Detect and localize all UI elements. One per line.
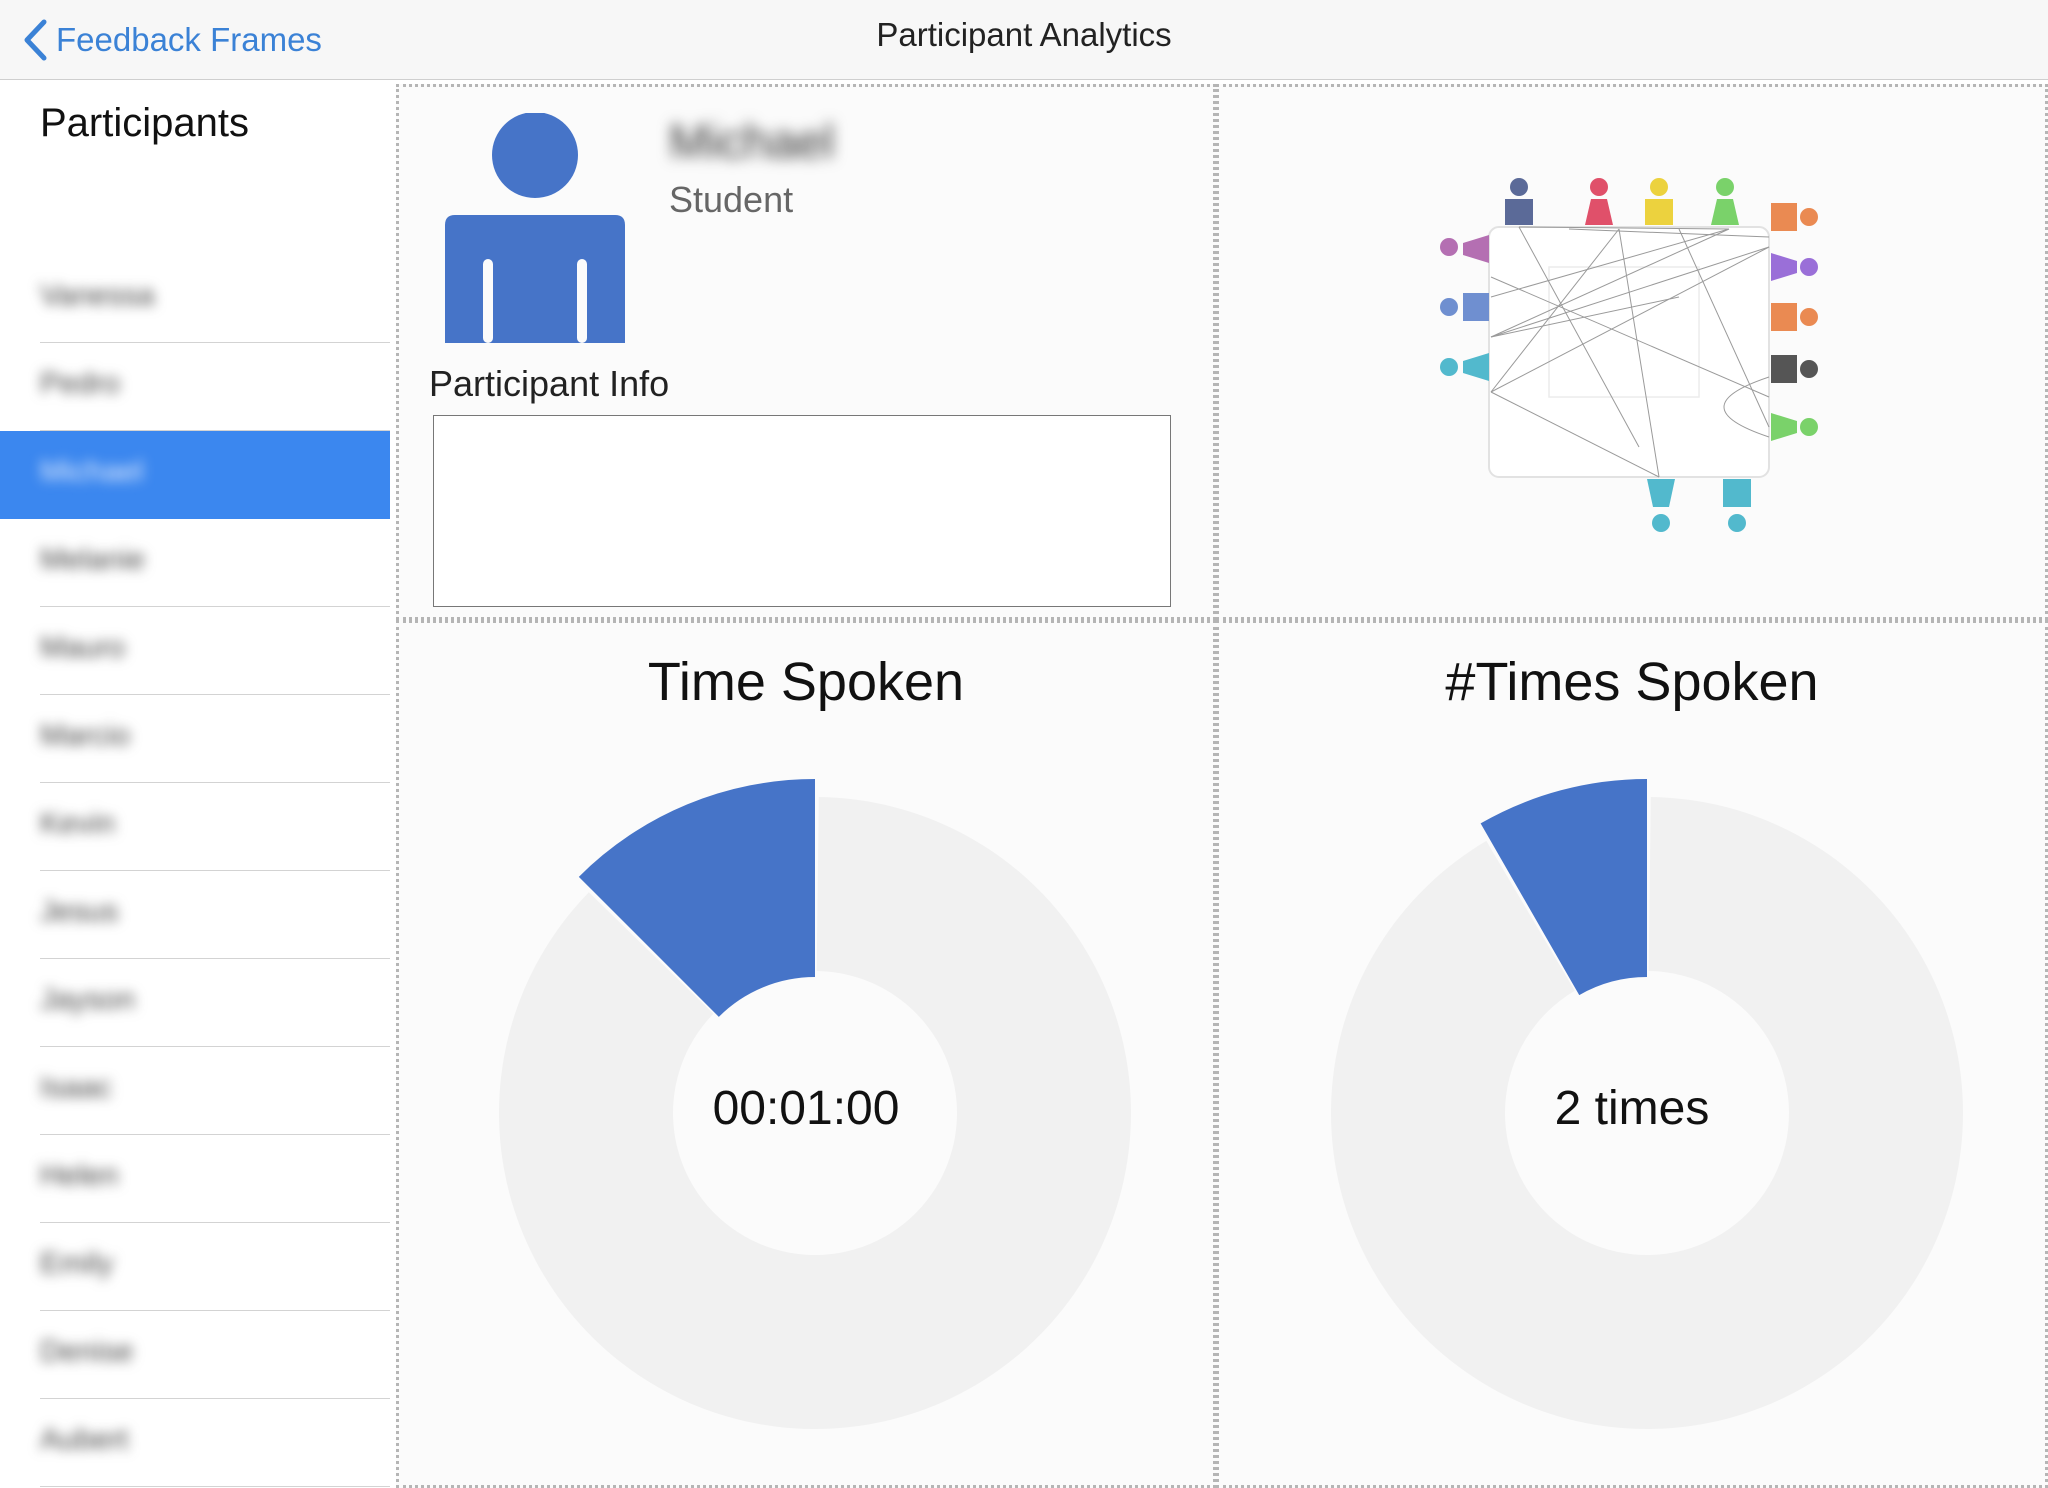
participant-list-item-label: Pedro: [40, 367, 121, 400]
participant-list-item[interactable]: Vanessa: [0, 255, 390, 343]
participant-list-item[interactable]: Mauro: [0, 607, 390, 695]
participant-list-item[interactable]: Denise: [0, 1311, 390, 1399]
participant-list-item-label: Mauro: [40, 631, 126, 664]
participant-list-item-label: Melanie: [40, 543, 146, 576]
participant-info-panel: Michael Student Participant Info: [396, 84, 1216, 620]
page-title: Participant Analytics: [876, 16, 1172, 53]
times-spoken-value: 2 times: [1554, 1082, 1710, 1135]
times-spoken-title: #Times Spoken: [1445, 652, 1819, 712]
participant-info-label: Participant Info: [429, 363, 670, 404]
participant-list-item-label: Emily: [40, 1247, 114, 1280]
participant-list-item-label: Jayson: [40, 983, 136, 1016]
participant-list-item[interactable]: Melanie: [0, 519, 390, 607]
participant-list-item-label: Isaac: [40, 1071, 112, 1104]
participant-list-item-label: Helen: [40, 1159, 119, 1192]
participant-list-item[interactable]: Helen: [0, 1135, 390, 1223]
participant-list-item[interactable]: Marcio: [0, 695, 390, 783]
participant-info-field[interactable]: [433, 415, 1171, 607]
time-spoken-panel: Time Spoken 00:01:00: [396, 620, 1216, 1488]
participant-list-item[interactable]: Emily: [0, 1223, 390, 1311]
person-icon: [445, 113, 625, 343]
time-spoken-value: 00:01:00: [712, 1082, 900, 1135]
time-spoken-title: Time Spoken: [647, 652, 965, 712]
participant-list-item[interactable]: Michael: [0, 431, 390, 519]
times-spoken-panel: #Times Spoken 2 times: [1216, 620, 2048, 1488]
speaking-network-panel: [1216, 84, 2048, 620]
participant-list-item[interactable]: Aubert: [0, 1399, 390, 1487]
navigation-bar: Feedback Frames Participant Analytics: [0, 0, 2048, 80]
participant-list-item-label: Jesus: [40, 895, 119, 928]
sidebar-heading: Participants: [40, 101, 249, 145]
participant-list-item-label: Denise: [40, 1335, 134, 1368]
participant-list-item[interactable]: Isaac: [0, 1047, 390, 1135]
participant-role: Student: [669, 179, 794, 220]
participant-list-item[interactable]: Kevin: [0, 783, 390, 871]
participant-list: Vanessa Pedro Michael Melanie Mauro Marcio Kev…: [0, 255, 390, 1487]
participant-list-item-label: Kevin: [40, 807, 116, 840]
participant-list-item[interactable]: Pedro: [0, 343, 390, 431]
participant-list-item-label: Marcio: [40, 719, 131, 752]
participant-list-item-label: Aubert: [40, 1423, 129, 1456]
participant-list-item[interactable]: Jesus: [0, 871, 390, 959]
seating-network-icon: [1440, 178, 1818, 532]
participant-list-item-label: Michael: [40, 455, 144, 488]
participants-sidebar: Participants Vanessa Pedro Michael Melanie M…: [0, 81, 390, 1488]
participant-list-item-label: Vanessa: [40, 279, 155, 312]
participant-list-item[interactable]: Jayson: [0, 959, 390, 1047]
participant-name: Michael: [669, 116, 835, 169]
